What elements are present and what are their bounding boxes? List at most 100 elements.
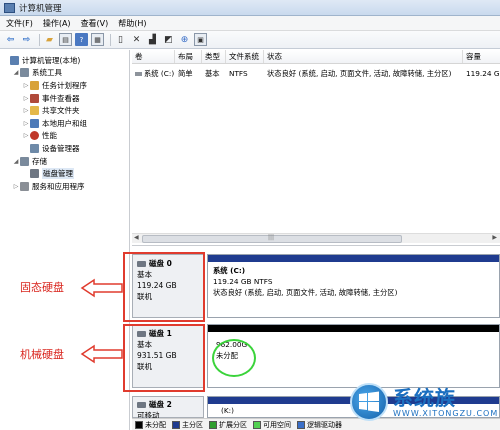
column-header-capacity[interactable]: 容量 — [463, 50, 500, 63]
tree-item-label: 事件查看器 — [42, 93, 80, 103]
services-icon — [20, 181, 29, 191]
tree-item-computer-management[interactable]: 计算机管理(本地) — [0, 54, 129, 67]
expander-icon[interactable]: ▷ — [12, 183, 20, 190]
search-icon[interactable]: ⊕ — [178, 33, 191, 46]
legend-swatch — [135, 420, 143, 429]
toolbar: ⇦ ⇨ ▰ ▤ ? ▦ ▯ ✕ ▟ ◩ ⊕ ▣ — [0, 31, 500, 49]
partition-detail: 119.24 GB NTFS — [213, 277, 273, 286]
tree-item-disk-management[interactable]: 磁盘管理 — [0, 167, 129, 180]
expander-icon[interactable]: ▷ — [22, 107, 30, 114]
highlight-circle — [212, 339, 256, 377]
volume-list-header: 卷 布局 类型 文件系统 状态 容量 — [132, 50, 500, 64]
expander-icon[interactable]: ▷ — [22, 82, 30, 89]
column-header-filesystem[interactable]: 文件系统 — [226, 50, 264, 63]
export-icon[interactable]: ▟ — [146, 33, 159, 46]
legend-label: 可用空间 — [263, 420, 291, 429]
hdd-annotation: 机械硬盘 — [20, 348, 64, 361]
tree-item-storage[interactable]: ◢ 存储 — [0, 155, 129, 168]
tree-item-shared-folders[interactable]: ▷ 共享文件夹 — [0, 104, 129, 117]
scroll-right-icon[interactable]: ▶ — [492, 234, 497, 241]
legend-label: 主分区 — [182, 420, 203, 429]
expander-icon[interactable]: ▷ — [22, 132, 30, 139]
delete-icon[interactable]: ✕ — [130, 33, 143, 46]
up-folder-icon[interactable]: ▰ — [43, 33, 56, 46]
horizontal-scrollbar[interactable]: ◀ ||| ▶ — [132, 233, 500, 243]
menu-action[interactable]: 操作(A) — [43, 18, 71, 29]
tree-item-task-scheduler[interactable]: ▷ 任务计划程序 — [0, 79, 129, 92]
hdd-highlight-box — [123, 324, 205, 392]
forward-arrow-icon[interactable]: ⇨ — [20, 33, 33, 46]
scroll-left-icon[interactable]: ◀ — [134, 234, 139, 241]
expander-icon[interactable]: ◢ — [12, 158, 20, 165]
partition-name: 系统 (C:) — [213, 266, 246, 275]
tree-item-system-tools[interactable]: ◢ 系统工具 — [0, 67, 129, 80]
watermark-url: WWW.XITONGZU.COM — [393, 408, 499, 418]
legend-item-primary: 主分区 — [172, 420, 203, 430]
system-tools-icon — [20, 68, 29, 78]
shared-folder-icon — [30, 106, 39, 116]
open-icon[interactable]: ◩ — [162, 33, 175, 46]
show-hide-tree-icon[interactable]: ▤ — [59, 33, 72, 46]
unallocated-size: 962.00G — [216, 340, 248, 349]
ssd-arrow-icon — [80, 278, 123, 298]
menu-help[interactable]: 帮助(H) — [118, 18, 146, 29]
tree-item-device-manager[interactable]: 设备管理器 — [0, 142, 129, 155]
column-header-layout[interactable]: 布局 — [175, 50, 202, 63]
users-icon — [30, 118, 39, 128]
layout-cell: 简单 — [178, 68, 193, 78]
tree-item-label: 共享文件夹 — [42, 106, 80, 116]
toolbar-separator — [39, 33, 40, 46]
storage-icon — [20, 156, 29, 166]
tree-item-label: 设备管理器 — [42, 143, 80, 153]
windows-logo-icon — [350, 383, 388, 421]
legend-swatch — [297, 420, 305, 429]
disk-name: 磁盘 2 — [149, 400, 172, 409]
tree-item-local-users[interactable]: ▷ 本地用户和组 — [0, 117, 129, 130]
legend-item-extended: 扩展分区 — [209, 420, 247, 430]
legend-label: 扩展分区 — [219, 420, 247, 429]
tree-item-label: 性能 — [42, 131, 57, 141]
tree-item-label: 计算机管理(本地) — [22, 55, 81, 65]
expander-icon[interactable]: ▷ — [22, 120, 30, 127]
tree-item-label: 服务和应用程序 — [32, 181, 85, 191]
disk-2-label[interactable]: 磁盘 2 可移动 — [132, 396, 204, 420]
view-icon[interactable]: ▦ — [91, 33, 104, 46]
legend-item-free-space: 可用空间 — [253, 420, 291, 430]
scroll-grip-icon: ||| — [268, 234, 275, 241]
menu-bar: 文件(F) 操作(A) 查看(V) 帮助(H) — [0, 16, 500, 31]
column-header-status[interactable]: 状态 — [264, 50, 463, 63]
partition-c[interactable]: 系统 (C:) 119.24 GB NTFS 状态良好 (系统, 启动, 页面文… — [207, 254, 500, 318]
navigation-tree: 计算机管理(本地) ◢ 系统工具 ▷ 任务计划程序 ▷ 事件查看器 ▷ 共享文件… — [0, 50, 130, 430]
expander-icon[interactable]: ◢ — [12, 69, 20, 76]
unallocated-bar — [208, 325, 499, 332]
status-cell: 状态良好 (系统, 启动, 页面文件, 活动, 故障转储, 主分区) — [267, 68, 452, 78]
type-cell: 基本 — [205, 68, 220, 78]
help-icon[interactable]: ? — [75, 33, 88, 46]
computer-icon — [10, 55, 19, 65]
volume-icon — [135, 71, 142, 76]
expander-icon[interactable]: ▷ — [22, 95, 30, 102]
title-bar: 计算机管理 — [0, 0, 500, 16]
task-scheduler-icon — [30, 80, 39, 90]
tree-item-event-viewer[interactable]: ▷ 事件查看器 — [0, 92, 129, 105]
menu-file[interactable]: 文件(F) — [6, 18, 33, 29]
legend-swatch — [253, 420, 261, 429]
legend-swatch — [172, 420, 180, 429]
filesystem-cell: NTFS — [229, 69, 248, 78]
computer-management-icon — [4, 2, 15, 13]
tree-item-label: 本地用户和组 — [42, 118, 87, 128]
column-header-volume[interactable]: 卷 — [132, 50, 175, 63]
properties-icon[interactable]: ▯ — [114, 33, 127, 46]
back-arrow-icon[interactable]: ⇦ — [4, 33, 17, 46]
tree-item-services-apps[interactable]: ▷ 服务和应用程序 — [0, 180, 129, 193]
column-header-type[interactable]: 类型 — [202, 50, 226, 63]
menu-view[interactable]: 查看(V) — [81, 18, 109, 29]
capacity-cell: 119.24 GB — [466, 69, 500, 78]
legend-label: 未分配 — [145, 420, 166, 429]
legend-label: 逻辑驱动器 — [307, 420, 342, 429]
ssd-annotation: 固态硬盘 — [20, 281, 64, 294]
table-row[interactable]: 系统 (C:) 简单 基本 NTFS 状态良好 (系统, 启动, 页面文件, 活… — [132, 67, 500, 80]
disk-icon[interactable]: ▣ — [194, 33, 207, 46]
tree-item-label: 系统工具 — [32, 68, 62, 78]
tree-item-performance[interactable]: ▷ 性能 — [0, 130, 129, 143]
